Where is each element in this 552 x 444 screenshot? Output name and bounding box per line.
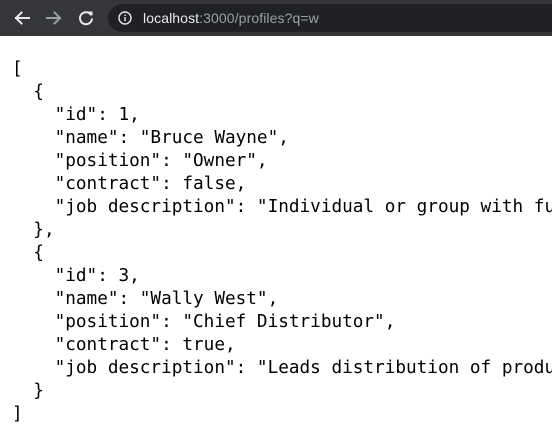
json-line: "id": 3, [12,266,140,286]
page-content: [ { "id": 1, "name": "Bruce Wayne", "pos… [0,36,552,444]
url-host: localhost [143,10,200,26]
json-line: "contract": true, [12,335,236,355]
json-line: "name": "Bruce Wayne", [12,128,289,148]
json-line: { [12,82,44,102]
url-path: :3000/profiles?q=w [199,10,319,26]
url-text[interactable]: localhost:3000/profiles?q=w [143,10,319,26]
json-line: } [12,381,44,401]
json-line: [ [12,59,23,79]
reload-icon [79,11,93,26]
json-line: "job description": "Leads distribution o… [12,358,552,378]
back-button[interactable] [11,7,33,29]
json-line: ] [12,404,23,424]
browser-toolbar: localhost:3000/profiles?q=w [0,0,552,36]
json-line: "contract": false, [12,174,247,194]
json-line: "position": "Chief Distributor", [12,312,396,332]
json-line: "job description": "Individual or group … [12,197,552,217]
json-line: { [12,243,44,263]
json-line: }, [12,220,55,240]
reload-button[interactable] [75,7,97,29]
address-bar[interactable]: localhost:3000/profiles?q=w [108,4,552,32]
json-viewer: [ { "id": 1, "name": "Bruce Wayne", "pos… [12,58,552,426]
json-line: "name": "Wally West", [12,289,279,309]
json-line: "id": 1, [12,105,140,125]
forward-button[interactable] [43,7,65,29]
json-line: "position": "Owner", [12,151,268,171]
info-icon[interactable] [118,11,132,25]
arrow-left-icon [14,11,30,25]
arrow-right-icon [46,11,62,25]
